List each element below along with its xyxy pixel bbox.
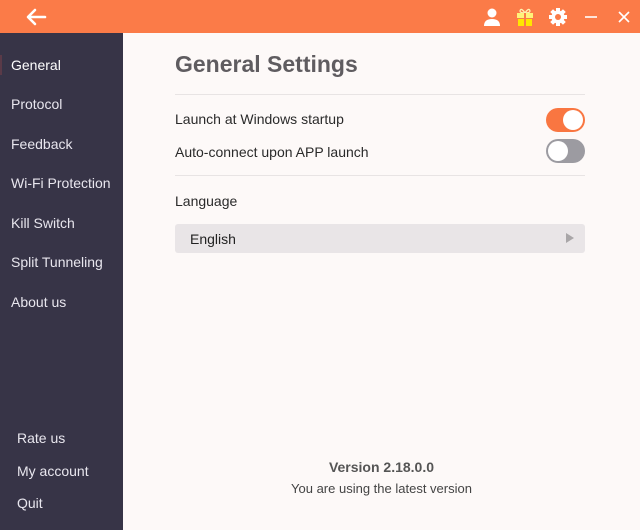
gift-icon [516, 8, 533, 26]
chevron-right-icon [566, 233, 574, 243]
back-button[interactable] [24, 6, 50, 28]
sidebar: General Protocol Feedback Wi-Fi Protecti… [0, 33, 123, 530]
version-status: You are using the latest version [291, 481, 472, 496]
language-label: Language [175, 193, 238, 209]
toggle-knob [563, 110, 583, 130]
sidebar-item-feedback[interactable]: Feedback [0, 126, 123, 162]
quit-link[interactable]: Quit [0, 488, 123, 518]
gift-button[interactable] [508, 0, 541, 33]
quit-label: Quit [17, 495, 43, 511]
rate-us-label: Rate us [17, 430, 66, 446]
title-bar [0, 0, 640, 33]
sidebar-item-protocol[interactable]: Protocol [0, 86, 123, 122]
launch-startup-toggle[interactable] [546, 108, 585, 132]
language-select[interactable]: English [175, 224, 585, 253]
sidebar-item-general[interactable]: General [0, 47, 123, 83]
sidebar-item-label: About us [11, 294, 67, 310]
my-account-link[interactable]: My account [0, 456, 123, 486]
close-button[interactable] [607, 0, 640, 33]
minimize-icon [584, 15, 597, 18]
my-account-label: My account [17, 463, 89, 479]
settings-button[interactable] [541, 0, 574, 33]
sidebar-item-kill-switch[interactable]: Kill Switch [0, 205, 123, 241]
launch-startup-label: Launch at Windows startup [175, 111, 344, 127]
sidebar-item-split-tunneling[interactable]: Split Tunneling [0, 244, 123, 280]
version-number: Version 2.18.0.0 [328, 459, 435, 475]
active-indicator [0, 55, 2, 75]
toggle-knob [548, 141, 568, 161]
sidebar-item-label: Protocol [11, 96, 63, 112]
sidebar-item-label: General [11, 57, 61, 73]
close-icon [617, 10, 630, 23]
sidebar-item-label: Wi-Fi Protection [11, 175, 111, 191]
sidebar-item-label: Split Tunneling [11, 254, 103, 270]
sidebar-item-wifi-protection[interactable]: Wi-Fi Protection [0, 165, 123, 201]
arrow-left-icon [26, 8, 47, 26]
rate-us-link[interactable]: Rate us [0, 423, 123, 453]
divider [175, 94, 585, 95]
divider [175, 175, 585, 176]
sidebar-item-label: Kill Switch [11, 215, 75, 231]
user-icon [483, 8, 500, 26]
auto-connect-toggle[interactable] [546, 139, 585, 163]
language-value: English [190, 230, 236, 247]
minimize-button[interactable] [574, 0, 607, 33]
main-content: General Settings Launch at Windows start… [123, 33, 640, 530]
sidebar-item-about-us[interactable]: About us [0, 284, 123, 320]
account-button[interactable] [475, 0, 508, 33]
sidebar-item-label: Feedback [11, 136, 73, 152]
page-title: General Settings [175, 51, 358, 77]
gear-icon [548, 7, 567, 26]
auto-connect-label: Auto-connect upon APP launch [175, 144, 369, 160]
